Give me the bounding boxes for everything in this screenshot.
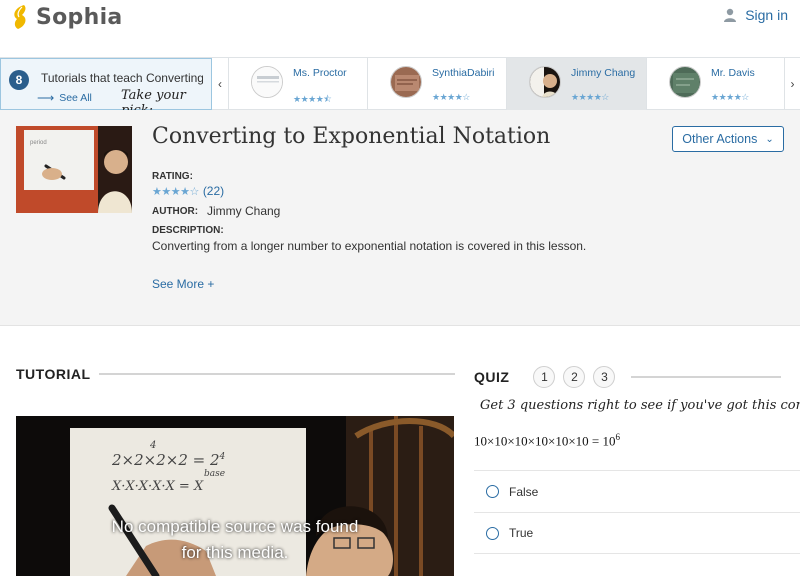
radio-button[interactable] xyxy=(486,526,499,540)
leaf-logo-icon xyxy=(14,5,26,29)
tutorial-section-label: TUTORIAL xyxy=(16,366,91,382)
video-error-line-1: No compatible source was found xyxy=(111,517,359,536)
quiz-section-header: QUIZ 1 2 3 xyxy=(474,366,782,388)
tutorial-count-badge: 8 xyxy=(9,70,29,90)
tutor-strip: 8 Tutorials that teach Converting ⟶ See … xyxy=(0,57,800,118)
board-top: 4 xyxy=(150,440,157,451)
person-icon xyxy=(724,8,737,22)
avatar xyxy=(529,66,561,98)
top-header: Sophia Sign in xyxy=(0,0,800,56)
description-text: Converting from a longer number to expon… xyxy=(152,239,587,253)
divider xyxy=(98,373,455,375)
star-rating-icon: ★★★★☆ xyxy=(152,185,199,198)
tutorials-summary: 8 Tutorials that teach Converting ⟶ See … xyxy=(0,58,212,118)
see-all-label: See All xyxy=(59,92,92,104)
radio-button[interactable] xyxy=(486,485,499,498)
answer-label: False xyxy=(509,484,539,499)
quiz-question-2[interactable]: 2 xyxy=(563,366,586,388)
star-rating-icon: ★★★★☆ xyxy=(711,92,749,102)
tutor-name: Mr. Davis xyxy=(711,67,755,79)
quiz-question-body: 10×10×10×10×10×10 = 10 xyxy=(474,433,616,449)
answer-option-true[interactable]: True xyxy=(474,512,800,554)
quiz-question-exponent: 6 xyxy=(615,432,621,442)
svg-text:period: period xyxy=(30,140,47,146)
quiz-question-nav: 1 2 3 xyxy=(533,366,623,388)
sophia-logo[interactable]: Sophia xyxy=(10,2,123,32)
tutor-name: Ms. Proctor xyxy=(293,67,347,79)
tutor-name: SynthiaDabiri xyxy=(432,67,495,79)
page-title: Converting to Exponential Notation xyxy=(152,124,551,149)
chevron-left-icon: ‹ xyxy=(218,77,222,91)
tutorial-detail: period Converting to Exponential Notatio… xyxy=(0,110,800,326)
author-name: Jimmy Chang xyxy=(207,204,281,218)
tutor-card-mr-davis[interactable]: Mr. Davis ★★★★☆ xyxy=(646,58,786,110)
video-error-line-2: for this media. xyxy=(181,543,289,562)
answer-option-false[interactable]: False xyxy=(474,470,800,512)
other-actions-label: Other Actions xyxy=(682,132,758,146)
board-exponent: 4 xyxy=(219,452,226,462)
quiz-question-text: 10×10×10×10×10×10 = 106 xyxy=(474,432,620,449)
star-rating-icon: ★★★★☆ xyxy=(571,92,609,102)
star-rating-icon: ★★★★☆ xyxy=(432,92,470,102)
tutor-card-jimmy-chang[interactable]: Jimmy Chang ★★★★☆ xyxy=(506,58,646,110)
quiz-question-1[interactable]: 1 xyxy=(533,366,556,388)
quiz-section-label: QUIZ xyxy=(474,369,510,385)
brand-name: Sophia xyxy=(36,4,123,30)
strip-next-button[interactable]: › xyxy=(784,58,800,110)
avatar xyxy=(669,66,701,98)
board-writing: 4 2×2×2×2 = 24 base X·X·X·X·X = X xyxy=(112,440,225,494)
sign-in-link[interactable]: Sign in xyxy=(723,7,788,23)
tutor-card-proctor[interactable]: Ms. Proctor ★★★★⯪ xyxy=(228,58,368,110)
tutor-card-synthiadabiri[interactable]: SynthiaDabiri ★★★★☆ xyxy=(367,58,507,110)
video-error-message: No compatible source was found for this … xyxy=(16,514,454,566)
avatar xyxy=(390,66,422,98)
tutorials-heading: Tutorials that teach Converting xyxy=(41,71,203,85)
arrow-right-icon: ⟶ xyxy=(37,91,55,105)
video-player[interactable]: 4 2×2×2×2 = 24 base X·X·X·X·X = X No com… xyxy=(16,416,454,576)
strip-prev-button[interactable]: ‹ xyxy=(212,58,228,110)
rating-label: RATING: xyxy=(152,171,193,182)
tutor-name: Jimmy Chang xyxy=(571,67,636,79)
board-line-1: 2×2×2×2 = 2 xyxy=(112,451,220,469)
tutorial-section-header: TUTORIAL xyxy=(16,366,455,382)
quiz-hint: Get 3 questions right to see if you've g… xyxy=(480,398,800,413)
answer-label: True xyxy=(509,526,534,540)
board-line-2: X·X·X·X·X = X xyxy=(112,479,204,494)
divider xyxy=(631,376,782,378)
rating-row: ★★★★☆ (22) xyxy=(152,184,224,198)
see-all-link[interactable]: ⟶ See All xyxy=(37,91,92,105)
rating-count[interactable]: (22) xyxy=(203,184,224,198)
board-base-label: base xyxy=(204,469,226,479)
sign-in-label: Sign in xyxy=(745,7,788,23)
other-actions-button[interactable]: Other Actions ⌄ xyxy=(672,126,784,152)
chevron-down-icon: ⌄ xyxy=(765,133,774,145)
tutorial-thumbnail[interactable]: period xyxy=(16,126,132,213)
chevron-right-icon: › xyxy=(790,77,795,91)
description-label: DESCRIPTION: xyxy=(152,225,224,236)
star-rating-icon: ★★★★⯪ xyxy=(293,94,332,104)
avatar xyxy=(251,66,283,98)
quiz-question-3[interactable]: 3 xyxy=(593,366,616,388)
see-more-link[interactable]: See More + xyxy=(152,277,214,291)
author-label: AUTHOR: xyxy=(152,206,199,217)
